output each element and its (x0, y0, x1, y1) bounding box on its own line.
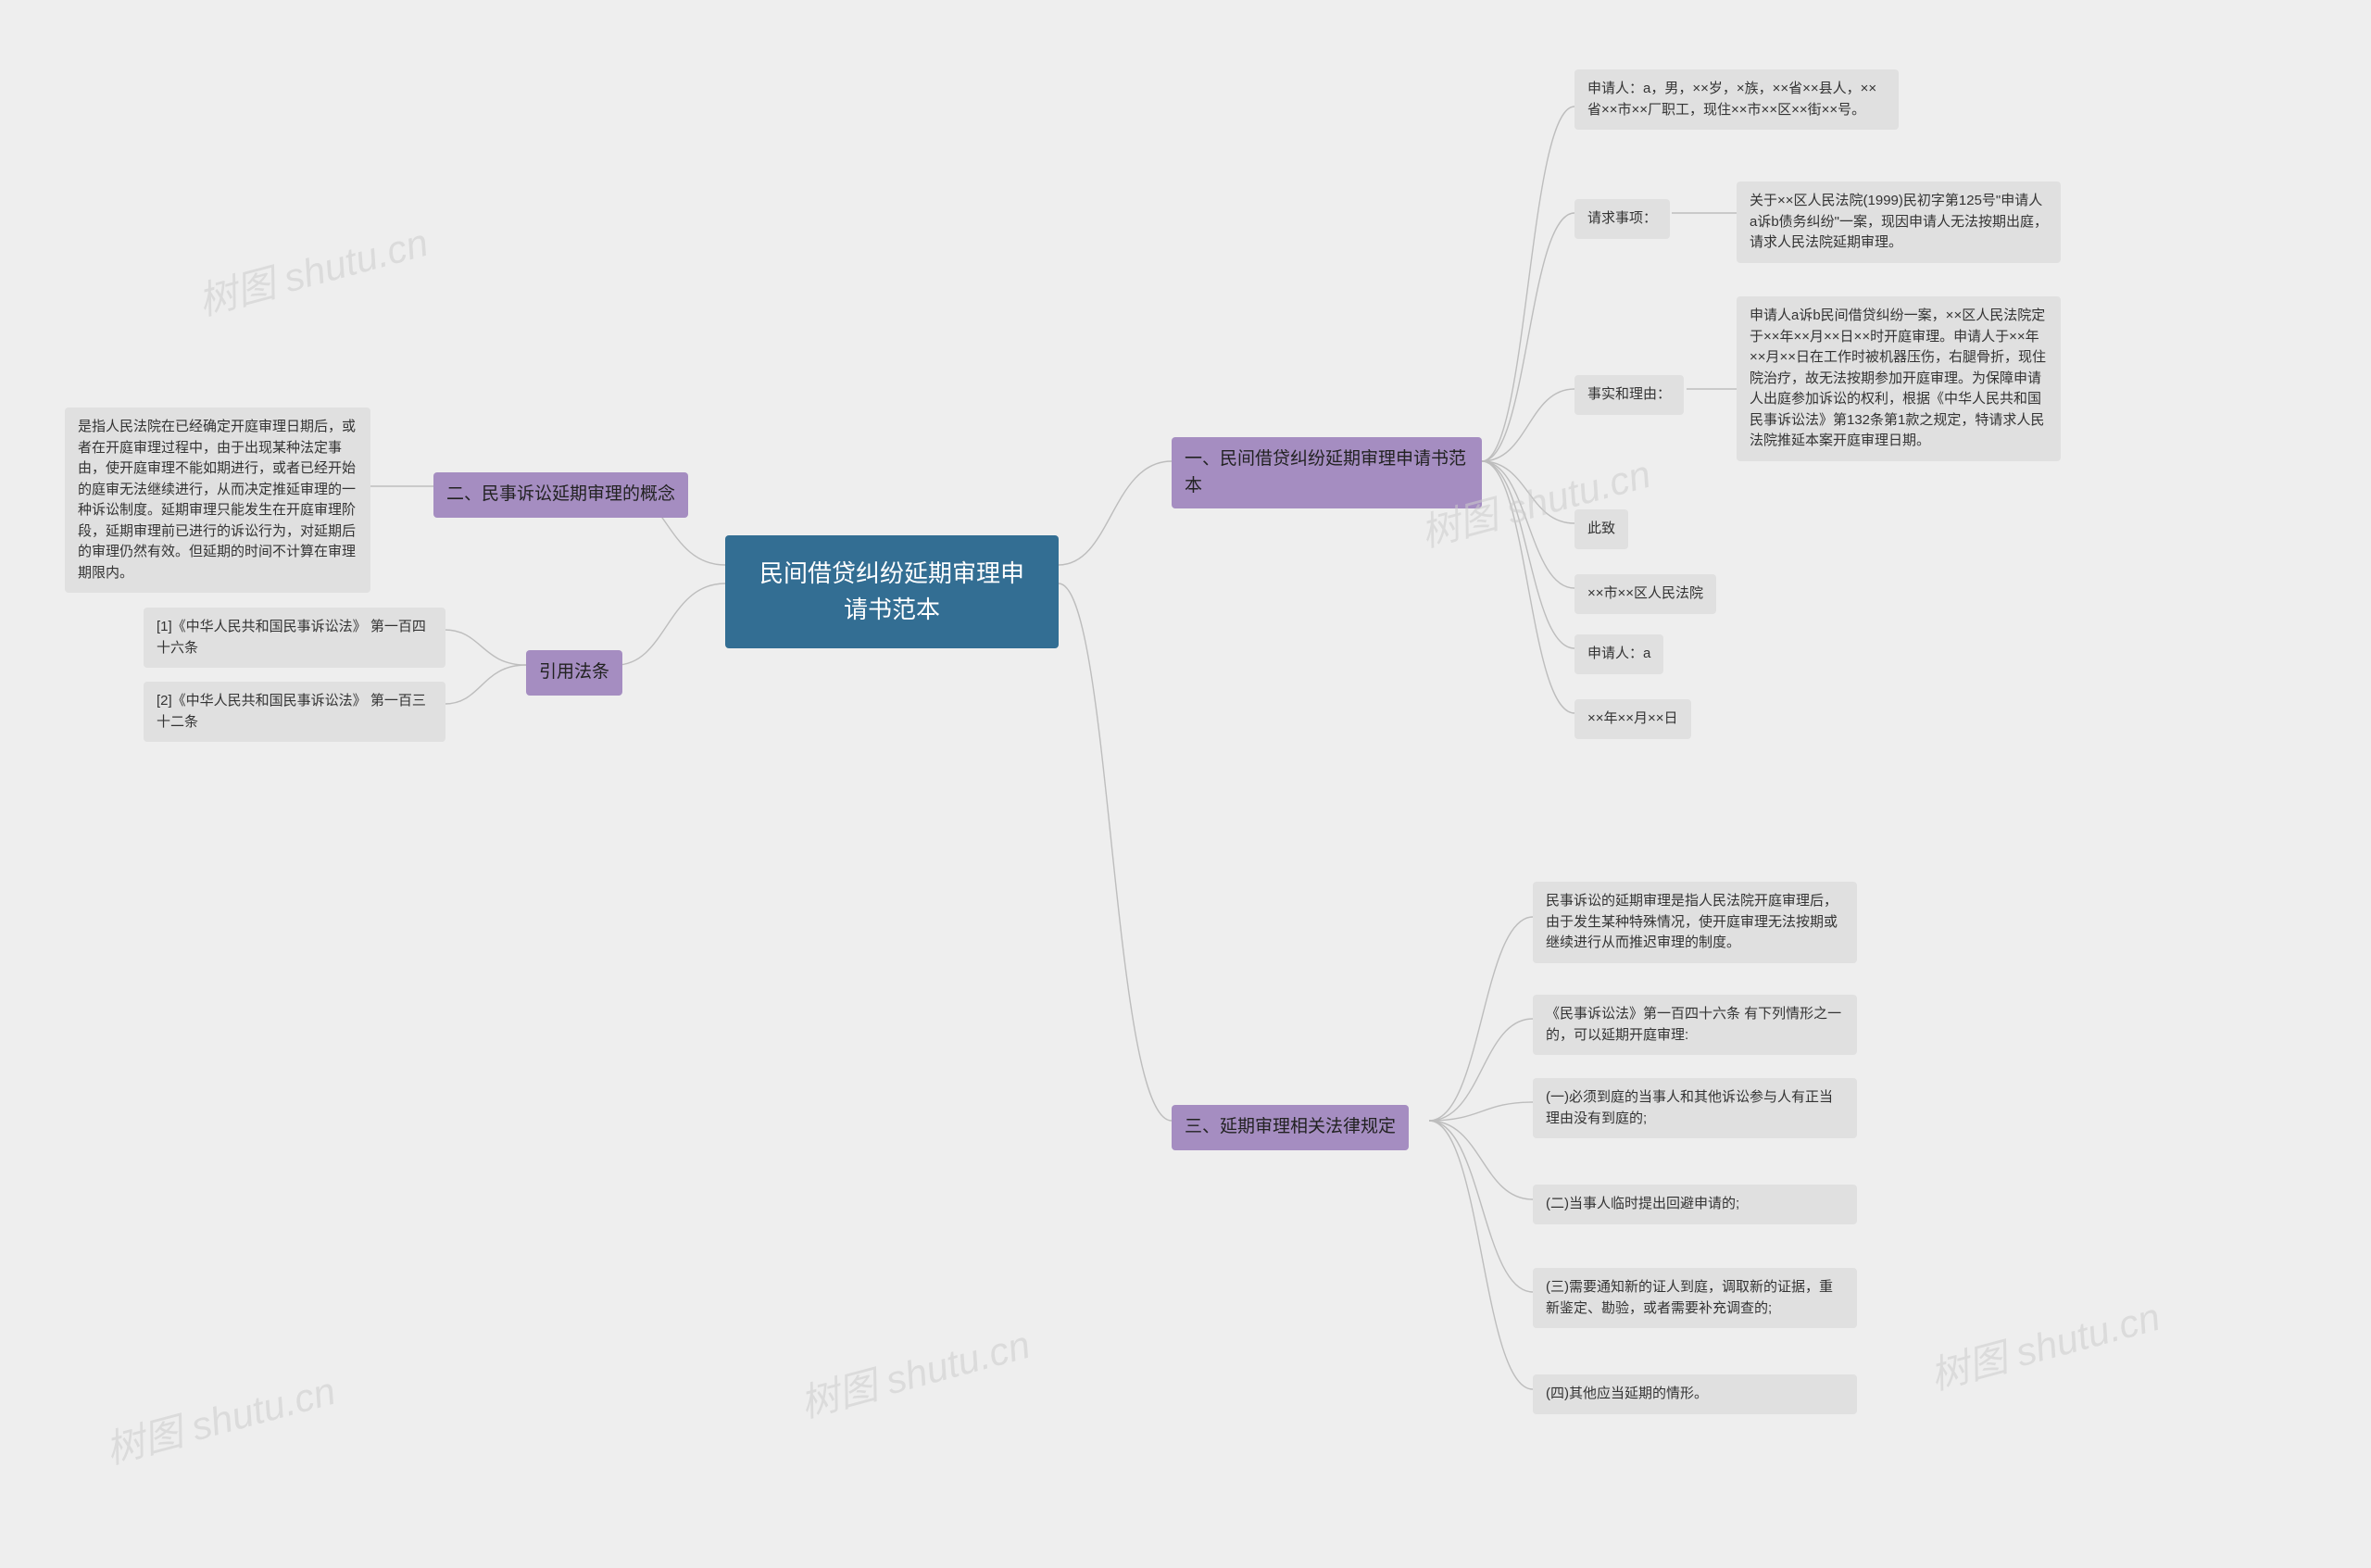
section3-title: 三、延期审理相关法律规定 (1185, 1117, 1396, 1136)
s3-item-5-text: (四)其他应当延期的情形。 (1546, 1386, 1708, 1401)
s3-item-4: (三)需要通知新的证人到庭，调取新的证据，重新鉴定、勘验，或者需要补充调查的; (1533, 1268, 1857, 1328)
s1-signer: 申请人：a (1574, 634, 1663, 674)
ref-1-text: [2]《中华人民共和国民事诉讼法》 第一百三十二条 (157, 693, 426, 730)
s3-item-3: (二)当事人临时提出回避申请的; (1533, 1185, 1857, 1224)
section3-node[interactable]: 三、延期审理相关法律规定 (1172, 1105, 1409, 1150)
s1-request-label-text: 请求事项： (1587, 210, 1657, 226)
section1-node[interactable]: 一、民间借贷纠纷延期审理申请书范本 (1172, 437, 1482, 508)
s3-item-4-text: (三)需要通知新的证人到庭，调取新的证据，重新鉴定、勘验，或者需要补充调查的; (1546, 1279, 1833, 1316)
ref-0-text: [1]《中华人民共和国民事诉讼法》 第一百四十六条 (157, 619, 426, 656)
s1-request-body-text: 关于××区人民法院(1999)民初字第125号"申请人a诉b债务纠纷"一案，现因… (1750, 193, 2048, 250)
s3-item-5: (四)其他应当延期的情形。 (1533, 1374, 1857, 1414)
watermark: 树图 shutu.cn (1923, 1286, 2165, 1401)
root-title: 民间借贷纠纷延期审理申请书范本 (759, 559, 1024, 623)
s1-cizhi-text: 此致 (1587, 521, 1615, 536)
s1-court: ××市××区人民法院 (1574, 574, 1716, 614)
s3-item-1: 《民事诉讼法》第一百四十六条 有下列情形之一的，可以延期开庭审理: (1533, 995, 1857, 1055)
s3-item-3-text: (二)当事人临时提出回避申请的; (1546, 1196, 1739, 1211)
refs-title: 引用法条 (539, 662, 609, 682)
ref-0: [1]《中华人民共和国民事诉讼法》 第一百四十六条 (144, 608, 445, 668)
watermark: 树图 shutu.cn (98, 1360, 341, 1475)
s1-court-text: ××市××区人民法院 (1587, 585, 1703, 601)
s1-facts-body-text: 申请人a诉b民间借贷纠纷一案，××区人民法院定于××年××月××日××时开庭审理… (1750, 307, 2046, 448)
s1-facts-label-text: 事实和理由： (1587, 386, 1671, 402)
section2-node[interactable]: 二、民事诉讼延期审理的概念 (433, 472, 688, 518)
s3-item-2: (一)必须到庭的当事人和其他诉讼参与人有正当理由没有到庭的; (1533, 1078, 1857, 1138)
watermark: 树图 shutu.cn (191, 211, 433, 327)
s3-item-0-text: 民事诉讼的延期审理是指人民法院开庭审理后，由于发生某种特殊情况，使开庭审理无法按… (1546, 893, 1838, 950)
s1-applicant: 申请人：a，男，××岁，×族，××省××县人，××省××市××厂职工，现住××市… (1574, 69, 1899, 130)
s1-date-text: ××年××月××日 (1587, 710, 1678, 726)
s2-body-text: 是指人民法院在已经确定开庭审理日期后，或者在开庭审理过程中，由于出现某种法定事由… (78, 419, 356, 581)
section2-title: 二、民事诉讼延期审理的概念 (446, 484, 675, 504)
root-node[interactable]: 民间借贷纠纷延期审理申请书范本 (725, 535, 1059, 648)
s1-request-body: 关于××区人民法院(1999)民初字第125号"申请人a诉b债务纠纷"一案，现因… (1737, 182, 2061, 263)
s3-item-2-text: (一)必须到庭的当事人和其他诉讼参与人有正当理由没有到庭的; (1546, 1089, 1833, 1126)
refs-node[interactable]: 引用法条 (526, 650, 622, 696)
s3-item-0: 民事诉讼的延期审理是指人民法院开庭审理后，由于发生某种特殊情况，使开庭审理无法按… (1533, 882, 1857, 963)
s1-cizhi: 此致 (1574, 509, 1628, 549)
ref-1: [2]《中华人民共和国民事诉讼法》 第一百三十二条 (144, 682, 445, 742)
s1-signer-text: 申请人：a (1587, 646, 1650, 661)
watermark: 树图 shutu.cn (793, 1313, 1035, 1429)
s1-applicant-text: 申请人：a，男，××岁，×族，××省××县人，××省××市××厂职工，现住××市… (1587, 81, 1876, 118)
s2-body: 是指人民法院在已经确定开庭审理日期后，或者在开庭审理过程中，由于出现某种法定事由… (65, 408, 370, 593)
section1-title: 一、民间借贷纠纷延期审理申请书范本 (1185, 449, 1466, 495)
s3-item-1-text: 《民事诉讼法》第一百四十六条 有下列情形之一的，可以延期开庭审理: (1546, 1006, 1841, 1043)
s1-date: ××年××月××日 (1574, 699, 1691, 739)
s1-request-label: 请求事项： (1574, 199, 1670, 239)
s1-facts-label: 事实和理由： (1574, 375, 1684, 415)
s1-facts-body: 申请人a诉b民间借贷纠纷一案，××区人民法院定于××年××月××日××时开庭审理… (1737, 296, 2061, 461)
